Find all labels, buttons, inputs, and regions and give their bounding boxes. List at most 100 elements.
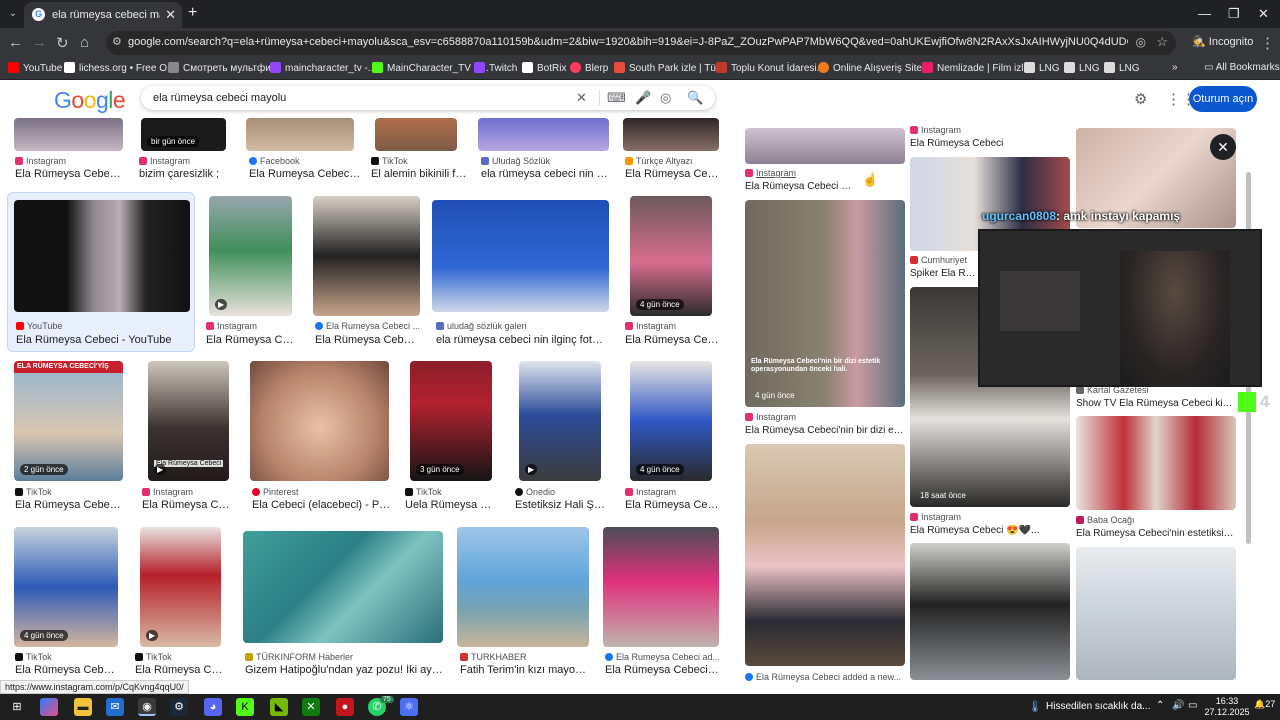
minimize-icon[interactable]: — [1198,6,1211,21]
panel-thumbnail[interactable] [1076,547,1236,680]
panel-caption[interactable]: Show TV Ela Rümeysa Cebeci kimdir? El... [1076,398,1236,409]
result-caption[interactable]: Ela Rümeysa Ceb... [135,664,227,676]
panel-caption[interactable]: Ela Rümeysa Cebeci [910,138,1070,149]
address-url[interactable]: google.com/search?q=ela+rümeysa+cebeci+m… [128,36,1128,48]
clock[interactable]: 16:33 27.12.2025 [1204,696,1250,718]
forward-arrow-icon[interactable]: → [32,34,47,51]
result-thumbnail[interactable]: 4 gün önce [14,527,118,647]
result-thumbnail[interactable]: 4 gün önce [630,361,712,481]
result-thumbnail[interactable] [457,527,589,647]
panel-thumbnail[interactable] [1076,416,1236,510]
panel-source[interactable]: Instagram [910,512,1070,522]
panel-source[interactable]: Ela Rümeysa Cebeci added a new... [745,672,905,682]
result-source[interactable]: Türkçe Altyazı [625,156,725,166]
kick-app-icon[interactable]: K [236,698,254,716]
result-source[interactable]: Instagram [625,321,725,331]
panel-source[interactable]: Instagram [745,412,905,422]
result-caption[interactable]: ela rümeysa cebeci nin ilgi... [481,168,609,180]
result-thumbnail[interactable]: bir gün önce [141,118,226,151]
tab-close-icon[interactable]: ✕ [165,7,176,23]
bookmark-twitch-channel[interactable]: maincharacter_tv -... [270,62,376,74]
file-explorer-icon[interactable]: ▬ [74,698,92,716]
result-caption[interactable]: Fatih Terim'in kızı mayolu f... [460,664,588,676]
panel-caption[interactable]: Ela Rümeysa Cebeci 😍🖤... [910,525,1070,536]
result-source[interactable]: Pinterest [252,487,392,497]
bookmark-kick-channel[interactable]: MainCharacter_TV S... [372,62,489,74]
bookmark-lng-3[interactable]: LNG [1104,62,1140,74]
result-thumbnail[interactable] [313,196,420,316]
volume-icon[interactable]: 🔊 [1172,700,1184,711]
bookmark-lng-1[interactable]: LNG [1024,62,1060,74]
panel-source[interactable]: Instagram [745,168,905,178]
result-thumbnail[interactable]: ▶ [209,196,292,316]
result-thumbnail[interactable]: ▶ [140,527,221,647]
result-source[interactable]: Uludağ Sözlük [481,156,601,166]
result-caption[interactable]: bizim çaresizlik ; [139,168,239,180]
obs-icon[interactable]: ● [336,698,354,716]
result-caption[interactable]: Ela Rümeysa Ceb... [206,334,298,346]
bookmark-toki[interactable]: Toplu Konut İdaresi... [716,62,825,74]
keyboard-icon[interactable]: ⌨ [607,90,626,106]
tray-chevron-icon[interactable]: ⌃ [1156,700,1164,711]
notification-center[interactable]: 🔔27 [1254,699,1275,710]
result-caption[interactable]: Ela Rümeysa Ceb... [142,499,234,511]
window-close-icon[interactable]: ✕ [1258,6,1269,22]
result-thumbnail[interactable]: ELA RÜMEYSA CEBECİ'YİŞ 2 gün önce [14,361,123,481]
result-source[interactable]: TikTok [135,652,235,662]
result-thumbnail[interactable] [623,118,719,151]
panel-thumbnail[interactable]: Ela Rümeysa Cebeci'nin bir dizi estetik … [745,200,905,407]
result-source[interactable]: YouTube [16,321,186,331]
result-thumbnail[interactable]: Ela Rümeysa Cebeci ▶ [148,361,229,481]
result-source[interactable]: Onedio [515,487,615,497]
result-source[interactable]: Instagram [139,156,239,166]
xbox-icon[interactable]: ✕ [302,698,320,716]
discord-icon[interactable]: ◕ [204,698,222,716]
google-logo[interactable]: Google [54,87,126,114]
result-thumbnail[interactable] [250,361,389,481]
result-source[interactable]: TikTok [15,652,125,662]
weather-widget[interactable]: Hissedilen sıcaklık da... [1046,701,1151,712]
result-caption[interactable]: Ela Rümeysa Cebeci... [315,334,415,346]
result-source[interactable]: Instagram [15,156,125,166]
result-source[interactable]: Ela Rumeysa Cebeci ... [315,321,425,331]
new-tab-button[interactable]: + [188,4,197,22]
result-source[interactable]: Instagram [625,487,725,497]
result-thumbnail[interactable] [375,118,457,151]
bookmark-shopping[interactable]: Online Alışveriş Site... [818,62,930,74]
result-caption[interactable]: Estetiksiz Hali Şaş... [515,499,607,511]
bookmark-nemlizade[interactable]: Nemlizade | Film izl... [922,62,1032,74]
result-source[interactable]: TikTok [405,487,505,497]
result-source[interactable]: TikTok [15,487,125,497]
incognito-indicator[interactable]: 🕵 Incognito [1192,35,1253,48]
windows-start-icon[interactable]: ⊞ [8,698,26,716]
bookmark-southpark[interactable]: South Park izle | Tür... [614,62,727,74]
panel-caption[interactable]: Ela Rümeysa Cebeci 😍♡... [745,181,855,192]
panel-source[interactable]: Instagram [910,125,1070,135]
address-bar[interactable]: ⚙ google.com/search?q=ela+rümeysa+cebeci… [106,31,1176,55]
bookmark-blerp[interactable]: Blerp [570,62,608,74]
result-caption[interactable]: Ela Rümeysa Cebeci - YouTube [16,334,190,346]
result-thumbnail[interactable]: 3 gün önce [410,361,492,481]
site-info-icon[interactable]: ⚙ [112,35,122,48]
result-thumbnail[interactable] [246,118,354,151]
result-thumbnail[interactable] [14,200,190,312]
close-panel-icon[interactable]: ✕ [1210,134,1236,160]
eye-off-icon[interactable]: ◎ [1136,35,1146,49]
sign-in-button[interactable]: Oturum açın [1189,86,1257,112]
back-arrow-icon[interactable]: ← [8,34,23,51]
panel-caption[interactable]: Spiker Ela Rümey... [910,268,978,279]
result-caption[interactable]: Ela Rümeysa Cebeci ... [15,168,125,180]
panel-source[interactable]: Baba Ocağı [1076,515,1236,525]
result-source[interactable]: TikTok [371,156,471,166]
steam-icon[interactable]: ⚙ [170,698,188,716]
result-source[interactable]: Instagram [206,321,306,331]
panel-caption[interactable]: Ela Rümeysa Cebeci'nin estetiksiz hali..… [1076,528,1236,539]
result-caption[interactable]: ela rümeysa cebeci nin ilginç fotoğrafl.… [436,334,606,346]
result-source[interactable]: Facebook [249,156,359,166]
bookmark-lng-2[interactable]: LNG [1064,62,1100,74]
result-source[interactable]: uludağ sözlük galeri [436,321,596,331]
panel-caption[interactable]: Ela Rümeysa Cebeci'nin bir dizi estetik.… [745,425,905,436]
result-source[interactable]: TÜRKINFORM Haberler [245,652,445,662]
active-tab[interactable]: G ela rümeysa cebeci mayolu - Go ✕ [24,2,182,28]
search-box[interactable]: ela rümeysa cebeci mayolu ✕ ⌨ 🎤 ◎ 🔍 [141,86,715,110]
